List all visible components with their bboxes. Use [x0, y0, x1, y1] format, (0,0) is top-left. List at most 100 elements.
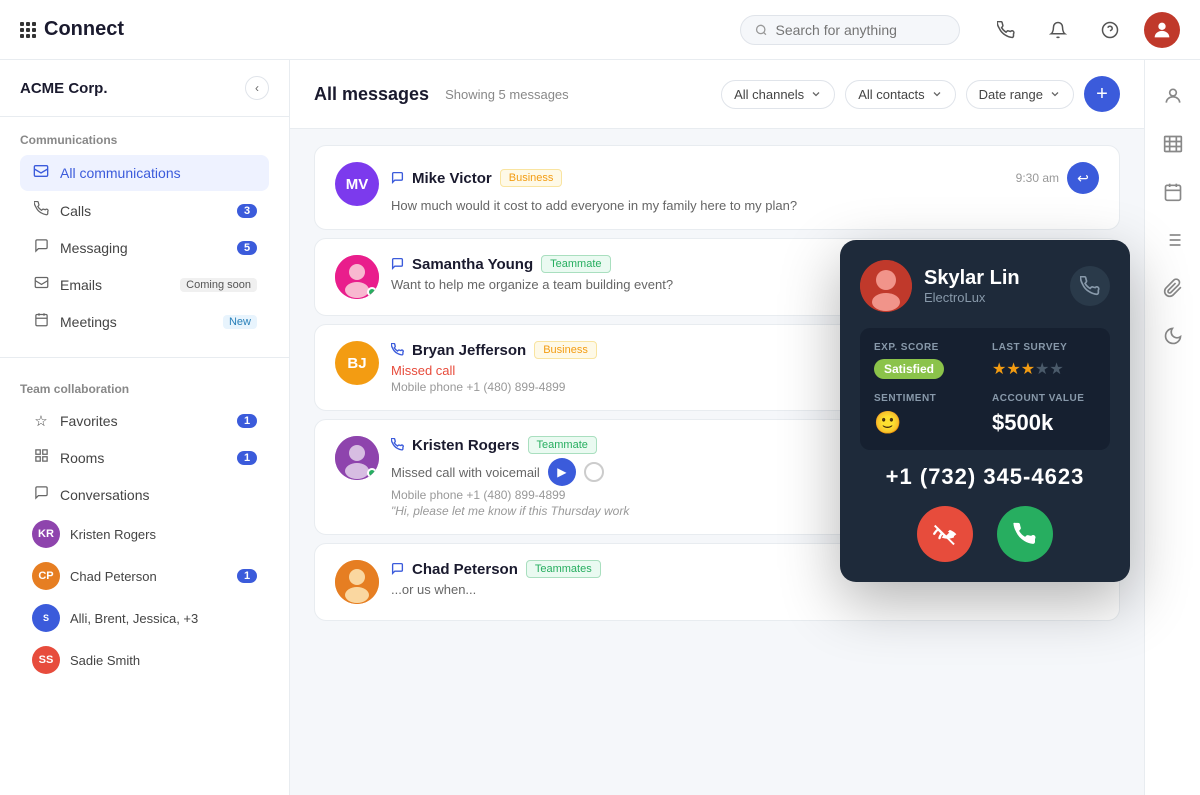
conv-chad-peterson[interactable]: CP Chad Peterson 1: [20, 556, 269, 596]
phone-icon-btn[interactable]: [988, 12, 1024, 48]
channel-icon-msg: [391, 171, 404, 184]
channel-icon-call-2: [391, 438, 404, 451]
right-panel: [1144, 60, 1200, 795]
conv-name-chad: Chad Peterson: [70, 569, 227, 584]
rooms-badge: 1: [237, 451, 257, 465]
channel-icon-msg-2: [391, 257, 404, 270]
call-avatar-skylar: [860, 260, 912, 312]
conv-badge-chad: 1: [237, 569, 257, 583]
meetings-label: Meetings: [60, 314, 213, 330]
emails-icon: [32, 275, 50, 294]
date-range-filter[interactable]: Date range: [966, 80, 1074, 109]
calls-icon: [32, 201, 50, 220]
tag-samantha-young: Teammate: [541, 255, 610, 273]
sidebar-item-conversations[interactable]: Conversations: [20, 477, 269, 512]
sidebar-item-meetings[interactable]: Meetings New: [20, 304, 269, 339]
name-mike-victor: Mike Victor: [412, 170, 492, 187]
tag-kristen-rogers: Teammate: [528, 436, 597, 454]
all-channels-filter[interactable]: All channels: [721, 80, 835, 109]
name-chad-peterson: Chad Peterson: [412, 561, 518, 578]
company-name: ACME Corp.: [20, 80, 108, 97]
conv-avatar-chad: CP: [32, 562, 60, 590]
app-title: Connect: [44, 18, 124, 41]
user-avatar[interactable]: [1144, 12, 1180, 48]
add-message-btn[interactable]: +: [1084, 76, 1120, 112]
all-contacts-label: All contacts: [858, 87, 924, 102]
messaging-label: Messaging: [60, 240, 227, 256]
decline-icon: [933, 522, 957, 546]
conv-group[interactable]: S Alli, Brent, Jessica, +3: [20, 598, 269, 638]
channel-icon-msg-3: [391, 562, 404, 575]
tag-bryan-jefferson: Business: [534, 341, 597, 359]
date-range-label: Date range: [979, 87, 1043, 102]
conv-name-sadie: Sadie Smith: [70, 653, 140, 668]
phone-icon: [997, 21, 1015, 39]
play-voicemail-btn[interactable]: ▶: [548, 458, 576, 486]
right-icon-building[interactable]: [1153, 124, 1193, 164]
avatar-samantha-young: [335, 255, 379, 299]
avatar-chad-peterson: [335, 560, 379, 604]
preview-kristen-rogers: Missed call with voicemail: [391, 465, 540, 480]
all-contacts-filter[interactable]: All contacts: [845, 80, 955, 109]
reply-btn-mike-victor[interactable]: ↩: [1067, 162, 1099, 194]
tag-chad-peterson: Teammates: [526, 560, 601, 578]
right-icon-paperclip[interactable]: [1153, 268, 1193, 308]
preview-mike-victor: How much would it cost to add everyone i…: [391, 198, 1099, 213]
call-contact-name: Skylar Lin: [924, 267, 1020, 290]
account-value-section: ACCOUNT VALUE $500k: [992, 393, 1096, 436]
content-title: All messages: [314, 84, 429, 105]
account-value: $500k: [992, 410, 1053, 435]
user-avatar-wrapper[interactable]: [1144, 12, 1180, 48]
content-filters: All channels All contacts Date range +: [721, 76, 1120, 112]
favorites-icon: ☆: [32, 412, 50, 430]
help-icon: [1101, 21, 1119, 39]
sidebar-item-rooms[interactable]: Rooms 1: [20, 440, 269, 475]
right-icon-moon[interactable]: [1153, 316, 1193, 356]
call-phone-icon-btn[interactable]: [1070, 266, 1110, 306]
call-contact-info: Skylar Lin ElectroLux: [924, 267, 1020, 305]
calls-badge: 3: [237, 204, 257, 218]
meetings-new-badge: New: [223, 315, 257, 329]
sidebar-collapse-btn[interactable]: ‹: [245, 76, 269, 100]
conv-avatar-group: S: [32, 604, 60, 632]
chevron-down-icon-2: [931, 88, 943, 100]
accept-call-btn[interactable]: [997, 506, 1053, 562]
sidebar-item-emails[interactable]: Emails Coming soon: [20, 267, 269, 302]
favorites-label: Favorites: [60, 413, 227, 429]
conv-avatar-sadie: SS: [32, 646, 60, 674]
right-icon-calendar[interactable]: [1153, 172, 1193, 212]
calls-label: Calls: [60, 203, 227, 219]
bell-icon-btn[interactable]: [1040, 12, 1076, 48]
message-card-mike-victor[interactable]: MV Mike Victor Business 9:30 am ↩: [314, 145, 1120, 230]
all-comm-label: All communications: [60, 165, 257, 181]
call-popup: Skylar Lin ElectroLux EXP. SCORE Satisfi…: [840, 240, 1130, 582]
communications-section: Communications All communications Calls …: [0, 117, 289, 349]
decline-call-btn[interactable]: [917, 506, 973, 562]
conv-kristen-rogers[interactable]: KR Kristen Rogers: [20, 514, 269, 554]
search-input[interactable]: [775, 22, 945, 38]
right-icon-person[interactable]: [1153, 76, 1193, 116]
team-title: Team collaboration: [20, 382, 269, 396]
sentiment-label: SENTIMENT: [874, 393, 978, 404]
sidebar-item-favorites[interactable]: ☆ Favorites 1: [20, 404, 269, 438]
sidebar-item-calls[interactable]: Calls 3: [20, 193, 269, 228]
sidebar-item-all-communications[interactable]: All communications: [20, 155, 269, 191]
conv-sadie-smith[interactable]: SS Sadie Smith: [20, 640, 269, 680]
sidebar-item-messaging[interactable]: Messaging 5: [20, 230, 269, 265]
search-bar[interactable]: [740, 15, 960, 45]
communications-title: Communications: [20, 133, 269, 147]
call-phone-number: +1 (732) 345-4623: [860, 464, 1110, 490]
sentiment-emoji: 🙂: [874, 410, 901, 435]
messages-count: Showing 5 messages: [445, 87, 569, 102]
survey-stars: ★★★★★: [992, 359, 1096, 379]
voicemail-indicator: [584, 462, 604, 482]
call-actions: [860, 506, 1110, 562]
exp-score-section: EXP. SCORE Satisfied: [874, 342, 978, 379]
help-icon-btn[interactable]: [1092, 12, 1128, 48]
meetings-icon: [32, 312, 50, 331]
sidebar-divider-1: [0, 357, 289, 358]
topbar: Connect: [0, 0, 1200, 60]
name-samantha-young: Samantha Young: [412, 256, 533, 273]
preview-chad-peterson: ...or us when...: [391, 582, 1099, 597]
right-icon-list[interactable]: [1153, 220, 1193, 260]
